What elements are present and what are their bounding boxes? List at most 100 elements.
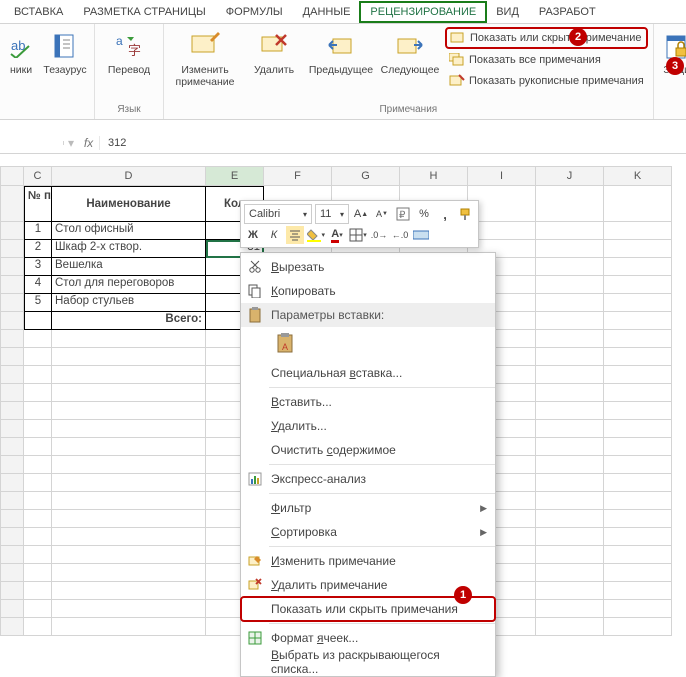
mini-font-select[interactable]: Calibri▾ — [244, 204, 312, 224]
cell[interactable] — [604, 492, 672, 510]
cell[interactable] — [604, 222, 672, 240]
cell[interactable] — [536, 186, 604, 222]
bold-button[interactable]: Ж — [244, 226, 262, 244]
translate-button[interactable]: a字 Перевод — [101, 28, 157, 78]
cell[interactable]: 2 — [24, 240, 52, 258]
cell[interactable] — [604, 240, 672, 258]
row-header[interactable] — [0, 258, 24, 276]
cell[interactable] — [604, 546, 672, 564]
accounting-format-icon[interactable]: ₽ — [394, 205, 412, 223]
merge-icon[interactable] — [412, 226, 430, 244]
cell[interactable] — [52, 384, 206, 402]
cell-total-label[interactable]: Всего: — [52, 312, 206, 330]
cell[interactable] — [536, 384, 604, 402]
show-hide-comment-button[interactable]: Показать или скрыть примечание — [446, 28, 647, 48]
fx-icon[interactable]: fx — [78, 136, 100, 150]
cell[interactable] — [24, 456, 52, 474]
cell[interactable]: Шкаф 2-х створ. — [52, 240, 206, 258]
cell[interactable] — [536, 474, 604, 492]
row-header[interactable] — [0, 240, 24, 258]
cell[interactable] — [536, 492, 604, 510]
row-header[interactable] — [0, 564, 24, 582]
decrease-decimal-icon[interactable]: ←.0 — [391, 226, 409, 244]
font-color-icon[interactable]: A▾ — [328, 226, 346, 244]
cell[interactable]: Стол офисный — [52, 222, 206, 240]
cell[interactable] — [536, 402, 604, 420]
cell[interactable] — [536, 582, 604, 600]
cell[interactable] — [604, 510, 672, 528]
row-header[interactable] — [0, 474, 24, 492]
cell[interactable] — [604, 402, 672, 420]
cell[interactable]: 1 — [24, 222, 52, 240]
cell[interactable] — [536, 312, 604, 330]
cell[interactable]: 3 — [24, 258, 52, 276]
cell[interactable] — [604, 186, 672, 222]
mini-size-select[interactable]: 11▾ — [315, 204, 349, 224]
ctx-delete[interactable]: Удалить... — [241, 414, 495, 438]
col-header-i[interactable]: I — [468, 166, 536, 186]
cell[interactable] — [24, 546, 52, 564]
fill-color-icon[interactable]: ▾ — [307, 226, 325, 244]
tab-insert[interactable]: ВСТАВКА — [4, 2, 73, 22]
cell[interactable] — [604, 348, 672, 366]
ctx-paste-special[interactable]: Специальная вставка... — [241, 361, 495, 385]
cell[interactable]: 4 — [24, 276, 52, 294]
cell[interactable] — [536, 564, 604, 582]
cell[interactable] — [24, 492, 52, 510]
cell[interactable] — [52, 564, 206, 582]
cell[interactable] — [52, 510, 206, 528]
row-header[interactable] — [0, 528, 24, 546]
cell-header-name[interactable]: Наименование — [52, 186, 206, 222]
cell[interactable] — [24, 528, 52, 546]
cell[interactable] — [52, 402, 206, 420]
col-header-k[interactable]: K — [604, 166, 672, 186]
cell[interactable] — [536, 420, 604, 438]
col-header-e[interactable]: E — [206, 166, 264, 186]
increase-font-icon[interactable]: A▲ — [352, 205, 370, 223]
cell[interactable]: Вешелка — [52, 258, 206, 276]
row-header[interactable] — [0, 366, 24, 384]
align-center-icon[interactable] — [286, 226, 304, 244]
cell[interactable] — [604, 276, 672, 294]
ctx-filter[interactable]: Фильтр ▶ — [241, 496, 495, 520]
cell[interactable] — [24, 330, 52, 348]
cell[interactable] — [604, 312, 672, 330]
cell[interactable] — [604, 456, 672, 474]
cell[interactable] — [52, 492, 206, 510]
cell[interactable] — [24, 438, 52, 456]
ctx-edit-comment[interactable]: Изменить примечание — [241, 549, 495, 573]
cell[interactable] — [604, 330, 672, 348]
cell[interactable] — [24, 474, 52, 492]
col-header-c[interactable]: C — [24, 166, 52, 186]
prev-comment-button[interactable]: Предыдущее — [308, 28, 374, 78]
cell[interactable] — [24, 600, 52, 618]
cell[interactable] — [604, 366, 672, 384]
show-all-comments-button[interactable]: Показать все примечания — [446, 51, 647, 69]
spelling-button[interactable]: ab ники — [6, 28, 36, 78]
cell[interactable] — [536, 510, 604, 528]
row-header[interactable] — [0, 546, 24, 564]
decrease-font-icon[interactable]: A▼ — [373, 205, 391, 223]
ctx-sort[interactable]: Сортировка ▶ — [241, 520, 495, 544]
row-header[interactable] — [0, 186, 24, 222]
cell-header-num[interactable]: № п/п — [24, 186, 52, 222]
cell[interactable] — [536, 366, 604, 384]
cell[interactable] — [604, 600, 672, 618]
cell[interactable] — [604, 528, 672, 546]
select-all-corner[interactable] — [0, 166, 24, 186]
cell[interactable] — [24, 582, 52, 600]
row-header[interactable] — [0, 492, 24, 510]
cell[interactable] — [536, 456, 604, 474]
row-header[interactable] — [0, 294, 24, 312]
next-comment-button[interactable]: Следующее — [380, 28, 440, 78]
cell[interactable] — [536, 330, 604, 348]
cell[interactable] — [536, 528, 604, 546]
cell[interactable] — [536, 222, 604, 240]
show-ink-comments-button[interactable]: Показать рукописные примечания — [446, 72, 647, 90]
cell[interactable] — [24, 312, 52, 330]
formula-input[interactable]: 312 — [100, 135, 686, 151]
thesaurus-button[interactable]: Тезаурус — [42, 28, 88, 78]
cell[interactable]: Стол для переговоров — [52, 276, 206, 294]
cell[interactable] — [52, 348, 206, 366]
cell[interactable] — [24, 384, 52, 402]
